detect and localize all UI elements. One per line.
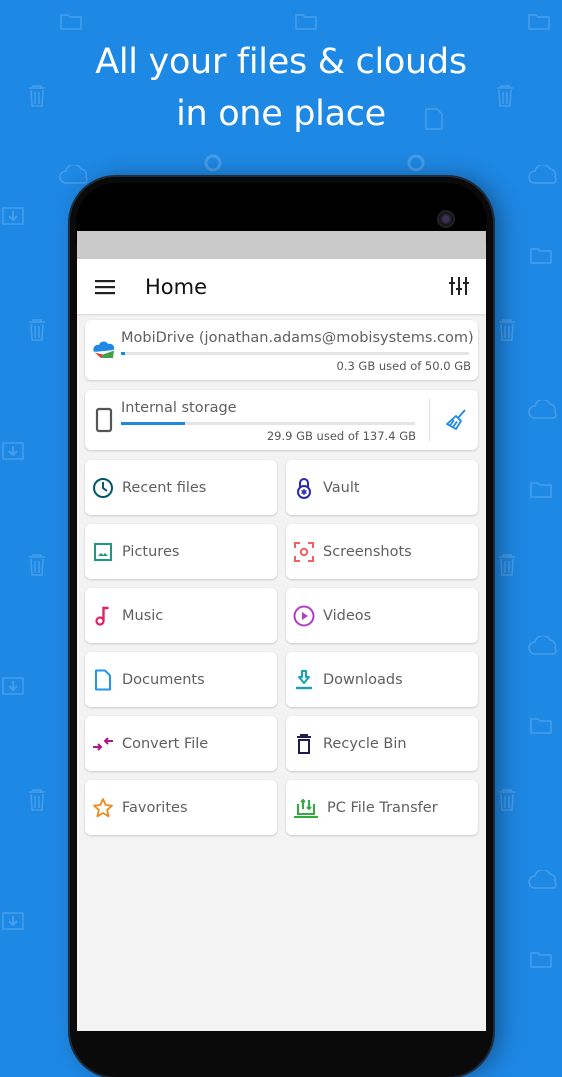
tile-label: Favorites: [122, 799, 188, 816]
trash-icon: [499, 789, 515, 811]
download-box-icon: [2, 207, 24, 225]
screenshot-icon: [293, 541, 315, 563]
download-box-icon: [2, 912, 24, 930]
phone-frame: Home MobiDrive (jonathan.adams@mobisyste…: [70, 177, 493, 1077]
storage-mobidrive[interactable]: MobiDrive (jonathan.adams@mobisystems.co…: [85, 320, 478, 380]
promo-headline: All your files & clouds in one place: [0, 36, 562, 140]
storage-usage-fill: [121, 352, 126, 355]
hamburger-menu-icon: [95, 279, 115, 294]
download-box-icon: [2, 677, 24, 695]
divider: [429, 399, 430, 441]
cloud-icon: [528, 636, 557, 655]
tile-music[interactable]: Music: [85, 588, 277, 643]
trash-icon: [29, 789, 45, 811]
front-camera: [439, 212, 453, 226]
tile-label: Recycle Bin: [323, 735, 407, 752]
cloud-icon: [528, 400, 557, 419]
tune-sliders-icon: [449, 277, 469, 295]
filter-button[interactable]: [448, 275, 472, 299]
trash-icon: [29, 554, 45, 576]
trash-icon: [499, 319, 515, 341]
page-title: Home: [145, 274, 208, 299]
storage-internal[interactable]: Internal storage 29.9 GB used of 137.4 G…: [85, 390, 478, 450]
tile-label: Screenshots: [323, 543, 412, 560]
document-icon: [92, 669, 114, 691]
star-icon: [92, 797, 114, 819]
tile-recycle-bin[interactable]: Recycle Bin: [286, 716, 478, 771]
trash-icon: [499, 554, 515, 576]
tile-videos[interactable]: Videos: [286, 588, 478, 643]
folder-icon: [530, 248, 552, 264]
tile-label: Recent files: [122, 479, 207, 496]
tile-convert-file[interactable]: Convert File: [85, 716, 277, 771]
lock-icon: [293, 477, 315, 499]
app-bar: Home: [77, 259, 486, 314]
folder-icon: [530, 718, 552, 734]
tile-label: Convert File: [122, 735, 209, 752]
storage-used-text: 0.3 GB used of 50.0 GB: [336, 359, 471, 373]
convert-arrows-icon: [92, 733, 114, 755]
cloud-icon: [528, 165, 557, 184]
storage-name: MobiDrive (jonathan.adams@mobisystems.co…: [121, 330, 474, 346]
category-grid: Recent files Vault Pictures Screenshots …: [85, 460, 478, 835]
clock-icon: [92, 477, 114, 499]
tile-label: PC File Transfer: [327, 799, 438, 816]
app-screen: Home MobiDrive (jonathan.adams@mobisyste…: [77, 231, 486, 1031]
tile-vault[interactable]: Vault: [286, 460, 478, 515]
folder-icon: [530, 482, 552, 498]
download-icon: [293, 669, 315, 691]
broom-clean-icon: [446, 409, 466, 430]
storage-usage-fill: [121, 422, 186, 425]
headline-line-1: All your files & clouds: [95, 42, 467, 82]
tile-label: Vault: [323, 479, 360, 496]
tile-label: Pictures: [122, 543, 180, 560]
tile-favorites[interactable]: Favorites: [85, 780, 277, 835]
tile-pc-file-transfer[interactable]: PC File Transfer: [286, 780, 478, 835]
trash-icon: [29, 319, 45, 341]
home-content: MobiDrive (jonathan.adams@mobisystems.co…: [77, 314, 486, 835]
disc-icon: [204, 154, 222, 172]
status-bar: [77, 231, 486, 259]
tile-label: Documents: [122, 671, 205, 688]
storage-used-text: 29.9 GB used of 137.4 GB: [266, 429, 416, 443]
storage-name: Internal storage: [121, 400, 237, 416]
download-box-icon: [2, 442, 24, 460]
tile-downloads[interactable]: Downloads: [286, 652, 478, 707]
tile-documents[interactable]: Documents: [85, 652, 277, 707]
tile-label: Downloads: [323, 671, 403, 688]
tile-label: Videos: [323, 607, 372, 624]
menu-button[interactable]: [93, 275, 117, 299]
mobidrive-cloud-icon: [93, 341, 115, 358]
disc-icon: [407, 154, 425, 172]
clean-storage-button[interactable]: [444, 408, 468, 432]
storage-usage-bar: [121, 422, 415, 425]
folder-icon: [528, 14, 550, 30]
folder-icon: [60, 14, 82, 30]
headline-line-2: in one place: [176, 94, 386, 134]
folder-icon: [295, 14, 317, 30]
play-circle-icon: [293, 605, 315, 627]
phone-device-icon: [95, 407, 113, 433]
storage-usage-bar: [121, 352, 469, 355]
image-icon: [92, 541, 114, 563]
music-note-icon: [92, 605, 114, 627]
tile-pictures[interactable]: Pictures: [85, 524, 277, 579]
folder-icon: [530, 952, 552, 968]
pc-transfer-icon: [293, 797, 319, 819]
tile-recent-files[interactable]: Recent files: [85, 460, 277, 515]
cloud-icon: [59, 165, 88, 184]
trash-icon: [293, 733, 315, 755]
tile-screenshots[interactable]: Screenshots: [286, 524, 478, 579]
cloud-icon: [528, 870, 557, 889]
tile-label: Music: [122, 607, 164, 624]
